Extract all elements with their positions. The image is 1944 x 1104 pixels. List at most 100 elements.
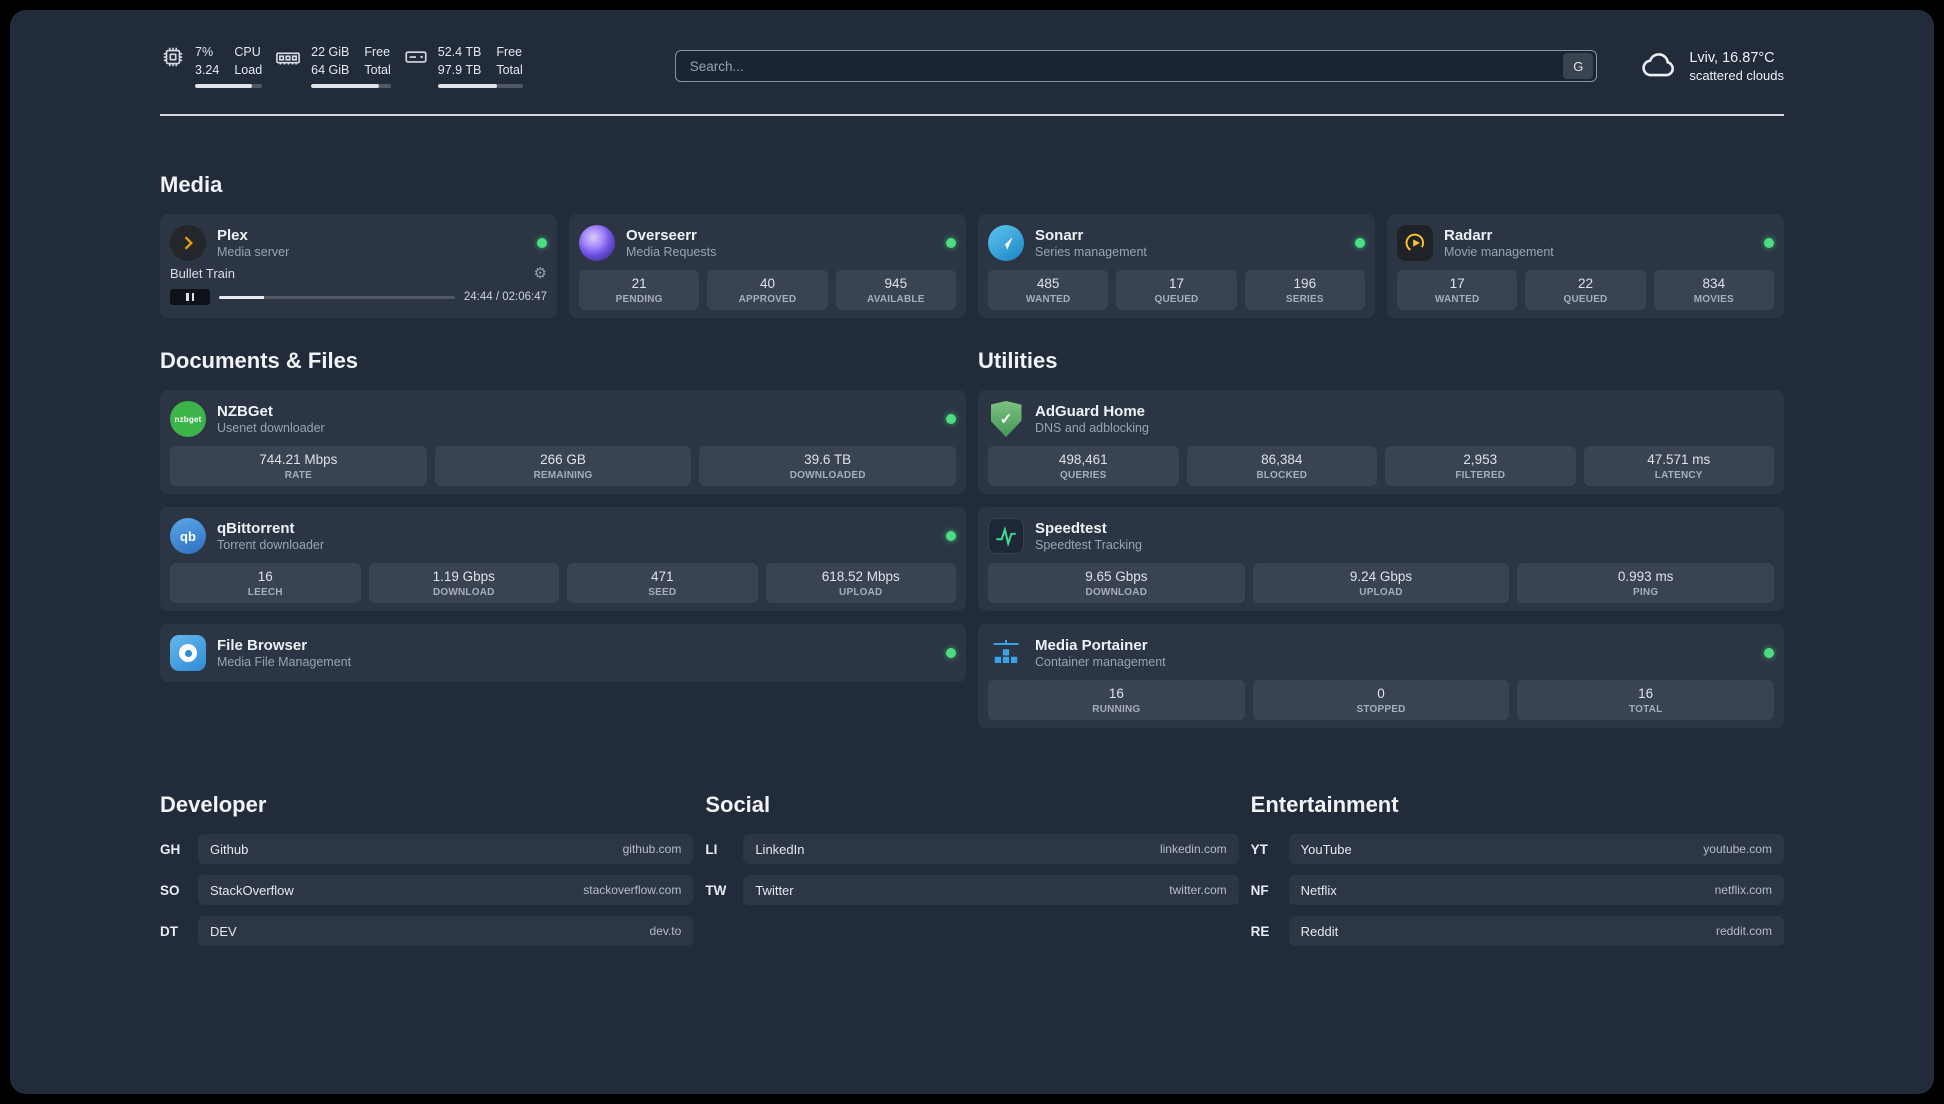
link-dev[interactable]: DEV dev.to xyxy=(198,916,694,946)
stat-value: 40 xyxy=(759,276,775,291)
service-card-overseerr[interactable]: Overseerr Media Requests 21 PENDING 40 A… xyxy=(569,214,966,318)
service-card-nzbget[interactable]: nzbget NZBGet Usenet downloader 744.21 M… xyxy=(160,390,966,494)
service-card-radarr[interactable]: Radarr Movie management 17 WANTED 22 QUE… xyxy=(1387,214,1784,318)
stat-tile: 618.52 Mbps UPLOAD xyxy=(765,563,956,603)
ram-free-value: 22 GiB xyxy=(311,45,350,59)
stat-tile: 834 MOVIES xyxy=(1653,270,1774,310)
stat-label: TOTAL xyxy=(1628,704,1663,715)
now-playing-title: Bullet Train xyxy=(170,266,236,281)
service-card-adguard[interactable]: ✓ AdGuard Home DNS and adblocking 498,46… xyxy=(978,390,1784,494)
link-netflix[interactable]: Netflix netflix.com xyxy=(1288,875,1784,905)
gear-icon[interactable]: ⚙ xyxy=(534,266,547,281)
stat-value: 485 xyxy=(1036,276,1060,291)
section-title-developer: Developer xyxy=(160,792,267,817)
stat-tile: 0 STOPPED xyxy=(1252,680,1510,720)
stat-value: 21 xyxy=(631,276,647,291)
status-dot xyxy=(1764,238,1774,248)
service-name: NZBGet xyxy=(217,403,273,420)
stat-tile: 17 QUEUED xyxy=(1116,270,1237,310)
link-stackoverflow[interactable]: StackOverflow stackoverflow.com xyxy=(198,875,694,905)
link-abbr: NF xyxy=(1250,882,1269,898)
ram-free-label: Free xyxy=(364,45,391,59)
playback-progress-bar[interactable] xyxy=(219,295,455,299)
status-dot xyxy=(1355,238,1365,248)
search-provider-button[interactable]: G xyxy=(1563,53,1594,79)
stat-label: RUNNING xyxy=(1092,704,1141,715)
section-developer: Developer GH Github github.com SO StackO… xyxy=(160,792,694,957)
link-youtube[interactable]: YouTube youtube.com xyxy=(1288,834,1784,864)
stat-label: AVAILABLE xyxy=(867,294,925,305)
ram-icon xyxy=(274,44,302,72)
service-subtitle: Series management xyxy=(1035,245,1147,259)
stat-label: LEECH xyxy=(247,587,283,598)
disk-free-value: 52.4 TB xyxy=(437,45,482,59)
stat-label: RATE xyxy=(284,470,312,481)
pause-button[interactable] xyxy=(170,289,210,305)
ram-progress-bar xyxy=(311,84,391,88)
link-abbr: SO xyxy=(160,882,180,898)
stat-tile: 22 QUEUED xyxy=(1525,270,1646,310)
stat-label: SEED xyxy=(648,587,677,598)
service-card-qbittorrent[interactable]: qb qBittorrent Torrent downloader 16 LEE… xyxy=(160,507,966,611)
stat-tile: 47.571 ms LATENCY xyxy=(1583,446,1774,486)
stat-value: 9.24 Gbps xyxy=(1349,569,1413,584)
link-github[interactable]: Github github.com xyxy=(198,834,694,864)
service-name: Radarr xyxy=(1444,227,1493,244)
service-card-plex[interactable]: Plex Media server Bullet Train ⚙ 24:44 /… xyxy=(160,214,557,318)
service-name: File Browser xyxy=(217,637,308,654)
status-dot xyxy=(946,648,956,658)
stat-tile: 485 WANTED xyxy=(988,270,1109,310)
disk-icon xyxy=(403,44,429,70)
stat-value: 17 xyxy=(1168,276,1184,291)
search-input[interactable] xyxy=(687,57,1564,75)
search-bar[interactable]: G xyxy=(674,50,1598,82)
stat-label: PING xyxy=(1633,587,1659,598)
service-card-speedtest[interactable]: Speedtest Speedtest Tracking 9.65 Gbps D… xyxy=(978,507,1784,611)
cpu-load-label: Load xyxy=(234,62,263,77)
disk-free-label: Free xyxy=(496,45,523,59)
stat-label: QUEUED xyxy=(1154,294,1199,305)
stat-value: 834 xyxy=(1702,276,1726,291)
stat-value: 39.6 TB xyxy=(804,452,852,467)
stat-label: DOWNLOADED xyxy=(789,470,866,481)
status-dot xyxy=(946,238,956,248)
stat-tile: 498,461 QUERIES xyxy=(988,446,1179,486)
stat-label: BLOCKED xyxy=(1256,470,1308,481)
stat-tile: 471 SEED xyxy=(567,563,758,603)
link-row-reddit: RE Reddit reddit.com xyxy=(1251,916,1784,946)
stat-value: 744.21 Mbps xyxy=(259,452,338,467)
link-row-youtube: YT YouTube youtube.com xyxy=(1251,834,1784,864)
cpu-metric: 7% 3.24 CPU Load xyxy=(160,44,263,88)
cpu-label: CPU xyxy=(234,45,261,59)
radarr-icon xyxy=(1397,225,1433,261)
stat-label: REMAINING xyxy=(533,470,593,481)
service-subtitle: Container management xyxy=(1035,655,1166,669)
disk-total-value: 97.9 TB xyxy=(437,62,482,77)
service-card-sonarr[interactable]: Sonarr Series management 485 WANTED 17 Q… xyxy=(978,214,1375,318)
dashboard-page: 7% 3.24 CPU Load 22 GiB 64 GiB Free Tota… xyxy=(10,10,1934,1094)
cpu-percent: 7% xyxy=(195,45,214,59)
stat-tile: 744.21 Mbps RATE xyxy=(170,446,427,486)
stat-label: FILTERED xyxy=(1455,470,1506,481)
service-name: Plex xyxy=(217,227,248,244)
service-card-portainer[interactable]: Media Portainer Container management 16 … xyxy=(978,624,1784,728)
stat-tile: 40 APPROVED xyxy=(707,270,828,310)
weather-widget: Lviv, 16.87°C scattered clouds xyxy=(1637,47,1784,86)
top-bar: 7% 3.24 CPU Load 22 GiB 64 GiB Free Tota… xyxy=(160,44,1784,88)
link-twitter[interactable]: Twitter twitter.com xyxy=(743,875,1239,905)
link-row-twitter: TW Twitter twitter.com xyxy=(705,875,1239,905)
adguard-icon: ✓ xyxy=(988,401,1024,437)
link-reddit[interactable]: Reddit reddit.com xyxy=(1288,916,1784,946)
section-title-entertainment: Entertainment xyxy=(1250,792,1399,817)
link-linkedin[interactable]: LinkedIn linkedin.com xyxy=(743,834,1239,864)
service-subtitle: Movie management xyxy=(1444,245,1554,259)
link-abbr: GH xyxy=(160,841,181,857)
cloud-icon xyxy=(1637,47,1679,86)
stat-value: 0 xyxy=(1377,686,1385,701)
stat-tile: 39.6 TB DOWNLOADED xyxy=(699,446,957,486)
service-card-filebrowser[interactable]: File Browser Media File Management xyxy=(160,624,966,682)
stat-tile: 2,953 FILTERED xyxy=(1385,446,1576,486)
status-dot xyxy=(946,414,956,424)
portainer-icon xyxy=(988,635,1024,671)
section-social: Social LI LinkedIn linkedin.com TW Twitt… xyxy=(705,792,1239,957)
